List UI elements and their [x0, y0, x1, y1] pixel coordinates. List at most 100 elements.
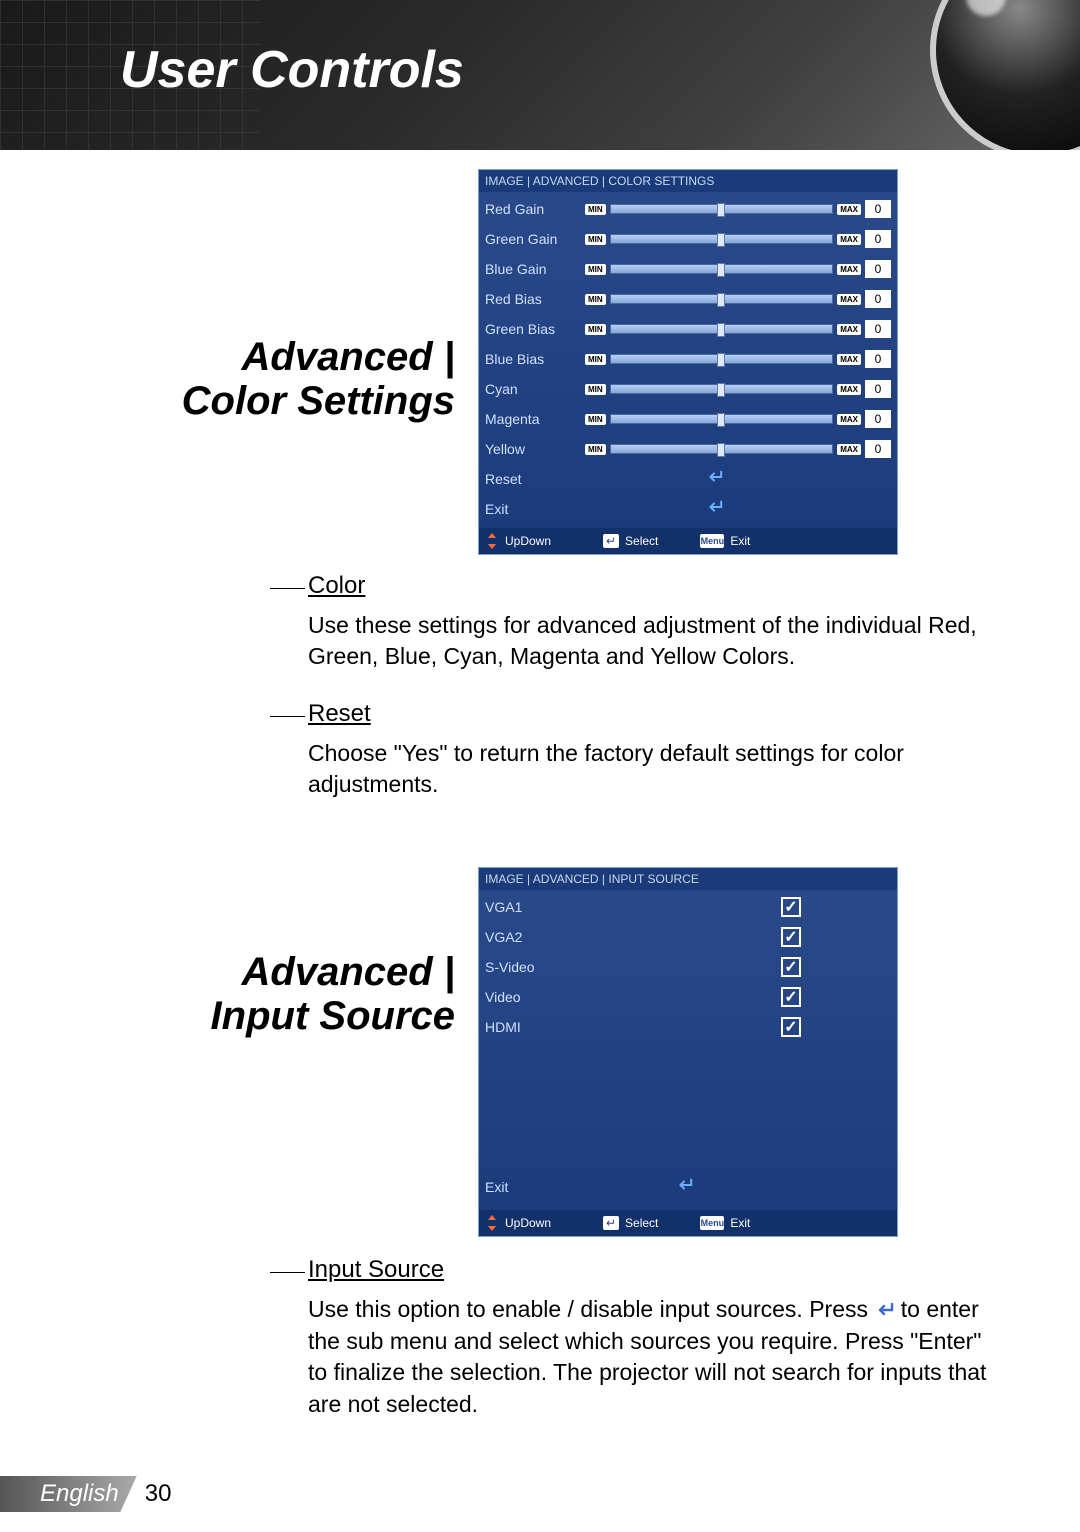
- min-tag: MIN: [585, 294, 606, 305]
- slider-row: Green GainMINMAX0: [485, 224, 891, 254]
- checkbox-checked-icon: ✓: [781, 927, 801, 947]
- osd-reset-row[interactable]: Reset: [485, 464, 891, 494]
- max-tag: MAX: [837, 444, 861, 455]
- page-title: User Controls: [120, 40, 464, 100]
- checkbox-checked-icon: ✓: [781, 987, 801, 1007]
- slider-value: 0: [865, 380, 891, 398]
- subhead-reset: Reset: [308, 700, 371, 728]
- slider-value: 0: [865, 440, 891, 458]
- page-header: User Controls: [0, 0, 1080, 150]
- enter-icon: [705, 498, 723, 521]
- slider[interactable]: MIN MAX 0: [585, 320, 891, 338]
- slider-label: Green Gain: [485, 231, 585, 247]
- osd-input-source: IMAGE | ADVANCED | INPUT SOURCE VGA1 ✓ VG…: [478, 867, 898, 1237]
- osd2-exit-row[interactable]: Exit: [485, 1172, 891, 1202]
- osd-reset-label: Reset: [485, 471, 585, 487]
- enter-icon: [874, 1295, 894, 1326]
- slider-label: Blue Gain: [485, 261, 585, 277]
- min-tag: MIN: [585, 354, 606, 365]
- osd2-footer: UpDown ↵ Select Menu Exit: [479, 1210, 897, 1236]
- slider-row: YellowMINMAX0: [485, 434, 891, 464]
- osd1-body: Red GainMINMAX0 Green GainMINMAX0 Blue G…: [479, 192, 897, 524]
- slider-row: MagentaMIN MAX 0: [485, 404, 891, 434]
- slider[interactable]: MIN MAX 0: [585, 200, 891, 218]
- subhead-input-source: Input Source: [308, 1256, 444, 1284]
- max-tag: MAX: [837, 414, 861, 425]
- source-row[interactable]: S-Video✓: [485, 952, 891, 982]
- slider-row: Red GainMINMAX0: [485, 194, 891, 224]
- body-reset: Choose "Yes" to return the factory defau…: [308, 738, 988, 800]
- max-tag: MAX: [837, 294, 861, 305]
- max-tag: MAX: [837, 264, 861, 275]
- slider-label: Red Bias: [485, 291, 585, 307]
- lens-graphic: [930, 0, 1080, 150]
- osd2-exit-label: Exit: [485, 1179, 585, 1195]
- source-row[interactable]: VGA2 ✓: [485, 922, 891, 952]
- slider[interactable]: MINMAX0: [585, 290, 891, 308]
- source-row[interactable]: Video✓: [485, 982, 891, 1012]
- footer-language: English: [0, 1476, 137, 1512]
- section-heading-color-settings: Advanced | Color Settings: [60, 335, 455, 423]
- source-row[interactable]: HDMI✓: [485, 1012, 891, 1042]
- osd-color-settings: IMAGE | ADVANCED | COLOR SETTINGS Red Ga…: [478, 169, 898, 555]
- slider[interactable]: MIN MAX 0: [585, 260, 891, 278]
- slider[interactable]: MIN MAX 0: [585, 380, 891, 398]
- min-tag: MIN: [585, 234, 606, 245]
- max-tag: MAX: [837, 384, 861, 395]
- source-row[interactable]: VGA1 ✓: [485, 892, 891, 922]
- osd2-breadcrumb: IMAGE | ADVANCED | INPUT SOURCE: [479, 868, 897, 890]
- slider-value: 0: [865, 410, 891, 428]
- select-icon: ↵: [603, 534, 619, 548]
- slider-value: 0: [865, 260, 891, 278]
- osd1-breadcrumb: IMAGE | ADVANCED | COLOR SETTINGS: [479, 170, 897, 192]
- body-color: Use these settings for advanced adjustme…: [308, 610, 988, 672]
- footer-updown: UpDown: [505, 534, 551, 548]
- min-tag: MIN: [585, 264, 606, 275]
- max-tag: MAX: [837, 354, 861, 365]
- slider[interactable]: MINMAX0: [585, 230, 891, 248]
- lead-line: [270, 1272, 305, 1273]
- footer-page-number: 30: [131, 1476, 186, 1512]
- section-heading-input-source: Advanced | Input Source: [60, 950, 455, 1038]
- source-label: VGA1: [485, 899, 585, 915]
- slider-row: Blue BiasMIN MAX 0: [485, 344, 891, 374]
- slider[interactable]: MIN MAX 0: [585, 410, 891, 428]
- min-tag: MIN: [585, 414, 606, 425]
- slider[interactable]: MIN MAX 0: [585, 350, 891, 368]
- lead-line: [270, 588, 305, 589]
- enter-icon: [675, 1176, 693, 1199]
- input-body-pre: Use this option to enable / disable inpu…: [308, 1296, 874, 1322]
- slider[interactable]: MIN MAX 0: [585, 440, 891, 458]
- menu-icon: Menu: [700, 534, 724, 548]
- slider-label: Blue Bias: [485, 351, 585, 367]
- enter-icon: [705, 468, 723, 491]
- min-tag: MIN: [585, 324, 606, 335]
- min-tag: MIN: [585, 384, 606, 395]
- min-tag: MIN: [585, 444, 606, 455]
- checkbox-checked-icon: ✓: [781, 897, 801, 917]
- slider-value: 0: [865, 350, 891, 368]
- max-tag: MAX: [837, 204, 861, 215]
- slider-row: Green BiasMINMAX0: [485, 314, 891, 344]
- slider-label: Magenta: [485, 411, 585, 427]
- slider-label: Cyan: [485, 381, 585, 397]
- max-tag: MAX: [837, 234, 861, 245]
- min-tag: MIN: [585, 204, 606, 215]
- checkbox-checked-icon: ✓: [781, 1017, 801, 1037]
- source-label: VGA2: [485, 929, 585, 945]
- footer-exit: Exit: [730, 534, 750, 548]
- osd1-footer: UpDown ↵ Select Menu Exit: [479, 528, 897, 554]
- footer-select: Select: [625, 1216, 658, 1230]
- checkbox-checked-icon: ✓: [781, 957, 801, 977]
- lead-line: [270, 716, 305, 717]
- slider-value: 0: [865, 200, 891, 218]
- osd2-body: VGA1 ✓ VGA2 ✓ S-Video✓ Video✓ HDMI✓ Exit: [479, 890, 897, 1202]
- slider-value: 0: [865, 320, 891, 338]
- slider-row: Red BiasMINMAX0: [485, 284, 891, 314]
- updown-arrows-icon: [485, 1216, 499, 1230]
- max-tag: MAX: [837, 324, 861, 335]
- page-footer: English 30: [0, 1476, 185, 1512]
- osd-exit-row[interactable]: Exit: [485, 494, 891, 524]
- section2-line2: Input Source: [211, 994, 455, 1038]
- slider-row: Blue GainMIN MAX 0: [485, 254, 891, 284]
